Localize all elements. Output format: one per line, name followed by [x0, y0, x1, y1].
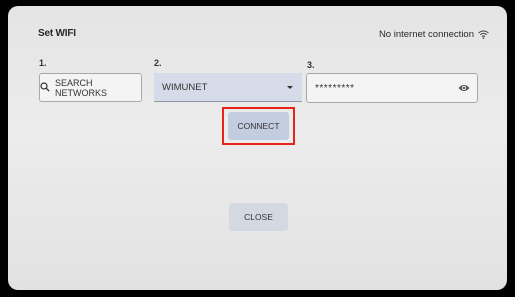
network-select-value: WIMUNET	[162, 81, 208, 93]
search-networks-label: SEARCH NETWORKS	[55, 77, 108, 98]
search-icon	[40, 81, 50, 94]
close-button[interactable]: CLOSE	[229, 203, 288, 231]
eye-icon[interactable]	[458, 84, 470, 95]
search-networks-button[interactable]: SEARCH NETWORKS	[39, 73, 142, 102]
wifi-settings-screen: Set WIFI No internet connection 1. 2. 3.…	[8, 6, 507, 290]
connection-status-text: No internet connection	[378, 29, 474, 40]
page-title: Set WIFI	[38, 28, 76, 39]
step-2-label: 2.	[154, 58, 162, 68]
wifi-icon	[478, 30, 489, 39]
connection-status: No internet connection	[379, 29, 489, 40]
connect-button[interactable]: CONNECT	[228, 112, 289, 140]
password-value: *********	[315, 82, 355, 94]
password-field[interactable]: *********	[306, 73, 478, 103]
step-1-label: 1.	[39, 58, 47, 68]
step-3-label: 3.	[307, 60, 315, 70]
network-select[interactable]: WIMUNET	[154, 73, 302, 102]
chevron-down-icon	[287, 86, 293, 89]
